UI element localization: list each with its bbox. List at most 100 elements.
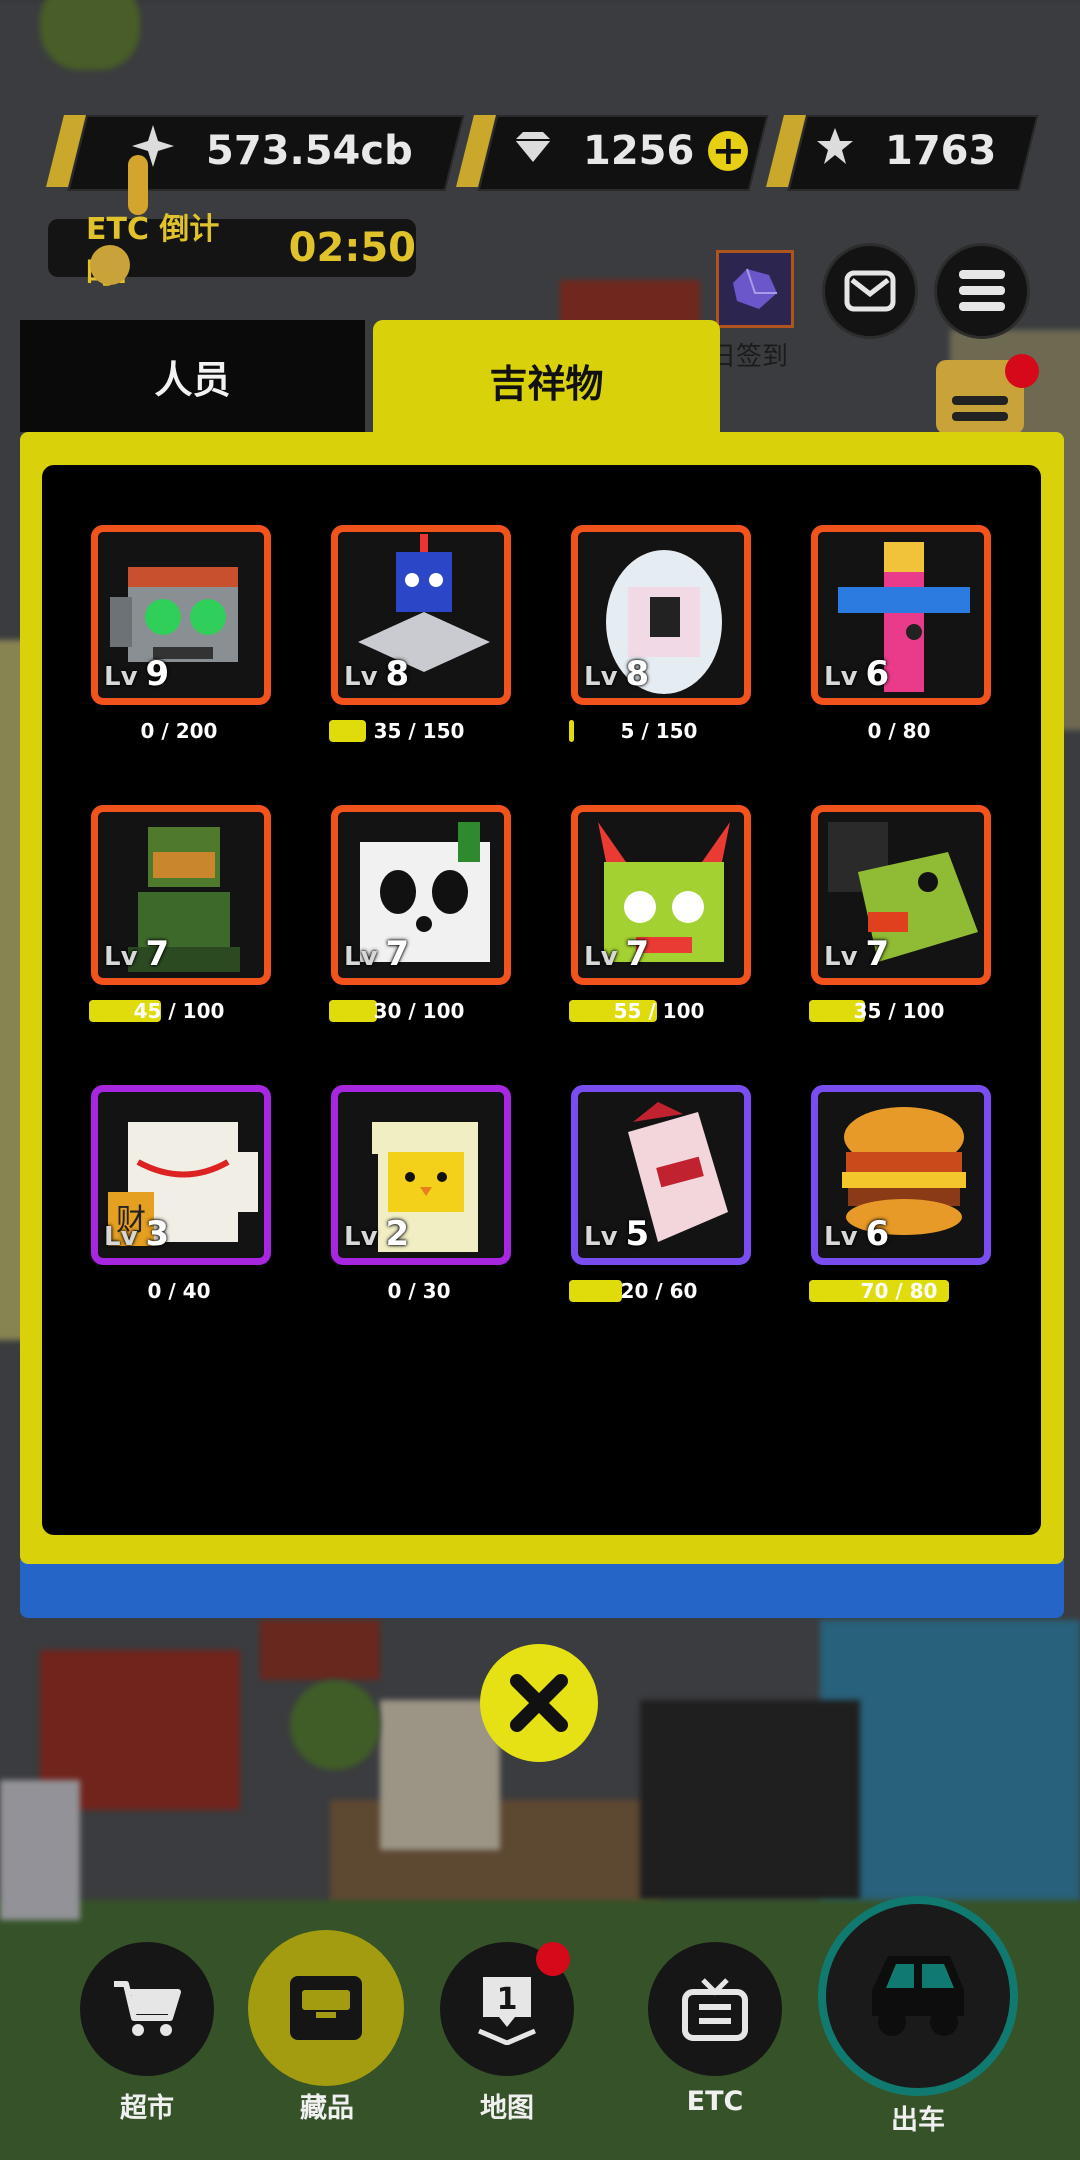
level-prefix: Lv <box>824 662 858 692</box>
mascot-progress: 20 / 60 <box>569 1278 749 1304</box>
progress-text: 35 / 150 <box>373 719 465 743</box>
mail-icon <box>844 270 896 312</box>
mascot-progress: 30 / 100 <box>329 998 509 1024</box>
nav-etc-button[interactable] <box>648 1942 782 2076</box>
mascot-card-robot-head[interactable]: Lv 9 <box>91 525 271 705</box>
progress-text: 0 / 200 <box>140 719 218 743</box>
mascot-progress: 0 / 80 <box>809 718 989 744</box>
mascot-card-tamagotchi[interactable]: Lv 8 <box>571 525 751 705</box>
mascot-progress: 45 / 100 <box>89 998 269 1024</box>
collection-icon <box>290 1976 362 2040</box>
level-prefix: Lv <box>104 942 138 972</box>
star-icon <box>815 126 855 176</box>
mascot-progress: 35 / 150 <box>329 718 509 744</box>
level-value: 7 <box>625 934 650 974</box>
svg-text:1: 1 <box>497 1982 518 2017</box>
nav-etc-label: ETC <box>686 2086 744 2117</box>
mascot-card-burger[interactable]: Lv 6 <box>811 1085 991 1265</box>
nav-collection-button[interactable] <box>248 1930 404 2086</box>
level-value: 3 <box>145 1214 170 1254</box>
progress-text: 45 / 100 <box>133 999 225 1023</box>
mascot-card-green-duck[interactable]: Lv 7 <box>811 805 991 985</box>
level-value: 8 <box>385 654 410 694</box>
mascot-level: Lv 6 <box>824 1214 889 1254</box>
nav-supermarket-button[interactable] <box>80 1942 214 2076</box>
mascot-level: Lv 8 <box>344 654 409 694</box>
mascot-level: Lv 8 <box>584 654 649 694</box>
progress-text: 20 / 60 <box>620 1279 698 1303</box>
menu-button[interactable] <box>934 243 1030 339</box>
level-prefix: Lv <box>344 1222 378 1252</box>
mascot-card-ufo-robot[interactable]: Lv 8 <box>331 525 511 705</box>
daily-signin-label: 日签到 <box>710 342 789 372</box>
mascot-card-egg-chick[interactable]: Lv 2 <box>331 1085 511 1265</box>
mascot-card-lucky-cat[interactable]: 财 Lv 3 <box>91 1085 271 1265</box>
mascot-level: Lv 7 <box>584 934 649 974</box>
level-value: 7 <box>145 934 170 974</box>
nav-collection-label: 藏品 <box>300 2093 354 2124</box>
progress-text: 55 / 100 <box>613 999 705 1023</box>
mascot-level: Lv 7 <box>344 934 409 974</box>
level-prefix: Lv <box>104 662 138 692</box>
mascot-progress: 70 / 80 <box>809 1278 989 1304</box>
nav-supermarket-label: 超市 <box>120 2093 174 2124</box>
mascot-card-milk-carton[interactable]: Lv 5 <box>571 1085 751 1265</box>
mascot-progress: 5 / 150 <box>569 718 749 744</box>
cart-icon <box>114 1981 181 2036</box>
tab-mascot[interactable]: 吉祥物 <box>373 320 720 440</box>
notification-dot <box>1005 354 1039 388</box>
mascot-progress: 0 / 40 <box>89 1278 269 1304</box>
level-value: 9 <box>145 654 170 694</box>
level-value: 2 <box>385 1214 410 1254</box>
mascot-progress: 0 / 30 <box>329 1278 509 1304</box>
level-value: 5 <box>625 1214 650 1254</box>
level-value: 7 <box>385 934 410 974</box>
level-prefix: Lv <box>584 662 618 692</box>
mascot-card-warrior-statue[interactable]: Lv 7 <box>91 805 271 985</box>
daily-signin-button[interactable] <box>716 250 794 328</box>
diamond-icon <box>513 128 553 174</box>
level-value: 6 <box>865 654 890 694</box>
mail-button[interactable] <box>822 243 918 339</box>
nav-map-label: 地图 <box>480 2093 534 2124</box>
level-prefix: Lv <box>824 1222 858 1252</box>
gems-value: 1256 <box>583 128 695 174</box>
mascot-level: Lv 5 <box>584 1214 649 1254</box>
mascot-card-totem-pole[interactable]: Lv 6 <box>811 525 991 705</box>
map-notification-dot <box>536 1942 570 1976</box>
progress-text: 0 / 30 <box>387 1279 451 1303</box>
mascot-level: Lv 9 <box>104 654 169 694</box>
mascot-level: Lv 3 <box>104 1214 169 1254</box>
mascot-progress: 55 / 100 <box>569 998 749 1024</box>
etc-countdown-value: 02:50 <box>288 225 416 271</box>
tab-mascot-label: 吉祥物 <box>489 361 604 406</box>
tab-staff[interactable]: 人员 <box>20 320 365 432</box>
nav-dispatch-button[interactable] <box>818 1896 1018 2096</box>
close-button[interactable] <box>480 1644 598 1762</box>
progress-text: 70 / 80 <box>860 1279 938 1303</box>
level-prefix: Lv <box>824 942 858 972</box>
level-prefix: Lv <box>104 1222 138 1252</box>
stars-value: 1763 <box>885 128 997 174</box>
level-value: 8 <box>625 654 650 694</box>
tv-icon <box>682 1978 748 2041</box>
progress-text: 30 / 100 <box>373 999 465 1023</box>
mascot-progress: 35 / 100 <box>809 998 989 1024</box>
currency-value: 573.54cb <box>206 128 413 174</box>
mascot-card-tiger-mask[interactable]: Lv 7 <box>571 805 751 985</box>
car-icon <box>872 1956 964 2036</box>
mascot-level: Lv 7 <box>104 934 169 974</box>
mascot-progress: 0 / 200 <box>89 718 269 744</box>
level-prefix: Lv <box>344 662 378 692</box>
progress-text: 0 / 80 <box>867 719 931 743</box>
mascot-card-panda[interactable]: Lv 7 <box>331 805 511 985</box>
coin-stack-icon <box>90 155 150 285</box>
nav-dispatch-label: 出车 <box>891 2105 945 2136</box>
panel-shadow <box>20 1560 1064 1618</box>
progress-text: 35 / 100 <box>853 999 945 1023</box>
progress-text: 0 / 40 <box>147 1279 211 1303</box>
mascot-level: Lv 7 <box>824 934 889 974</box>
gem-box-icon <box>733 268 777 309</box>
add-gems-button[interactable]: + <box>708 131 749 171</box>
mascot-level: Lv 2 <box>344 1214 409 1254</box>
